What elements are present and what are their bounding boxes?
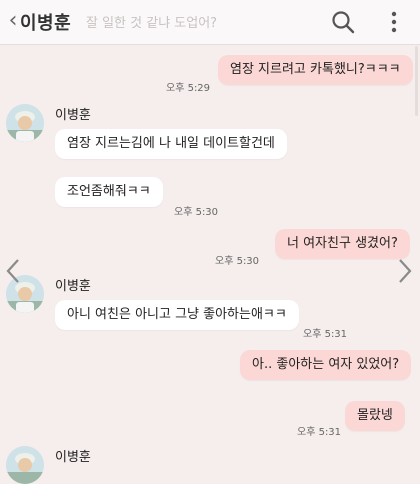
incoming-message-bubble: 아니 여친은 아니고 그냥 좋아하는애ㅋㅋ bbox=[55, 300, 299, 330]
message-timestamp: 오후 5:31 bbox=[297, 427, 342, 438]
message-timestamp: 오후 5:29 bbox=[166, 83, 211, 94]
avatar[interactable] bbox=[6, 446, 44, 484]
chevron-left-icon: ‹ bbox=[8, 8, 18, 33]
more-vertical-icon bbox=[391, 11, 397, 33]
incoming-message-bubble: 염장 지르는김에 나 내일 데이트할건데 bbox=[55, 129, 287, 159]
message-timestamp: 오후 5:30 bbox=[174, 207, 219, 218]
avatar[interactable] bbox=[6, 104, 44, 142]
scrollbar[interactable] bbox=[415, 46, 418, 116]
search-icon bbox=[332, 11, 355, 34]
outgoing-message-bubble: 염장 지르려고 카톡했니?ㅋㅋㅋ bbox=[218, 55, 413, 85]
search-button[interactable] bbox=[330, 9, 356, 35]
sender-name: 이병훈 bbox=[55, 279, 91, 294]
more-options-button[interactable] bbox=[384, 9, 404, 35]
chevron-right-icon bbox=[399, 259, 412, 283]
chevron-left-icon bbox=[6, 259, 19, 283]
outgoing-message-bubble: 아.. 좋아하는 여자 있었어? bbox=[240, 350, 412, 380]
previous-image-button[interactable] bbox=[4, 256, 22, 286]
incoming-message-bubble: 조언좀해줘ㅋㅋ bbox=[55, 177, 163, 207]
sender-name: 이병훈 bbox=[55, 108, 91, 123]
next-image-button[interactable] bbox=[396, 256, 414, 286]
message-timestamp: 오후 5:31 bbox=[303, 329, 348, 340]
outgoing-message-bubble: 너 여자친구 생겼어? bbox=[275, 229, 410, 259]
profile-photo bbox=[6, 104, 44, 142]
sender-name: 이병훈 bbox=[55, 450, 91, 465]
chat-header: ‹ 이병훈 잘 일한 것 같냐 도업어? bbox=[0, 0, 420, 45]
profile-photo bbox=[6, 446, 44, 484]
message-timestamp: 오후 5:30 bbox=[215, 256, 260, 267]
faded-previous-message: 잘 일한 것 같냐 도업어? bbox=[86, 16, 218, 31]
outgoing-message-bubble: 몰랐넹 bbox=[345, 401, 405, 431]
chat-title: 이병훈 bbox=[20, 13, 72, 34]
